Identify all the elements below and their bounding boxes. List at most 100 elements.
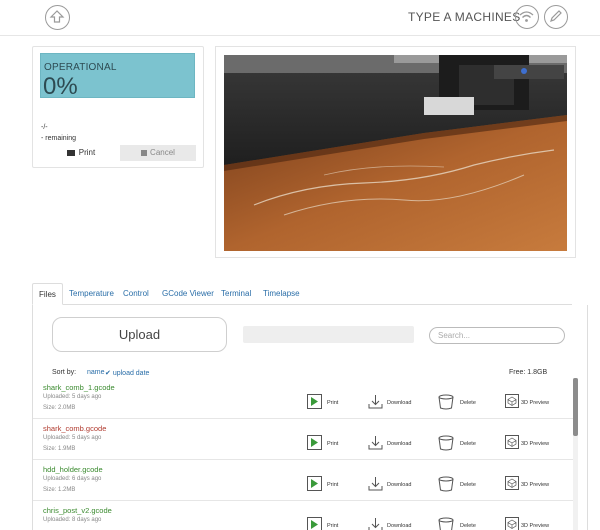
- print-file-button[interactable]: Print: [307, 434, 347, 454]
- checkmark-icon: ✔: [105, 370, 111, 377]
- print-file-button[interactable]: Print: [307, 393, 347, 413]
- delete-file-label: Delete: [460, 400, 476, 406]
- preview-file-button[interactable]: 3D Preview: [505, 434, 560, 454]
- print-file-button[interactable]: Print: [307, 475, 347, 495]
- cube-icon: [505, 394, 519, 408]
- print-button[interactable]: Print: [41, 145, 121, 161]
- print-time: -/-: [41, 124, 48, 131]
- trash-icon: [438, 476, 454, 492]
- download-icon: [368, 518, 383, 530]
- wifi-icon[interactable]: [515, 5, 539, 29]
- file-uploaded: Uploaded: 5 days ago: [43, 435, 102, 441]
- free-space: Free: 1.8GB: [509, 369, 548, 376]
- file-size: Size: 2.0MB: [43, 405, 76, 411]
- upload-circle-icon[interactable]: [45, 5, 70, 30]
- file-name[interactable]: shark_comb.gcode: [43, 424, 106, 433]
- file-uploaded: Uploaded: 5 days ago: [43, 394, 102, 400]
- preview-file-label: 3D Preview: [521, 523, 550, 529]
- state-box: OPERATIONAL 0%: [40, 53, 195, 100]
- sort-by-upload-date-label: upload date: [112, 370, 150, 377]
- trash-icon: [438, 394, 454, 410]
- download-file-label: Download: [387, 400, 412, 406]
- download-file-label: Download: [387, 441, 412, 447]
- cube-icon: [505, 435, 519, 449]
- progress-percent: 0%: [43, 73, 78, 100]
- file-name[interactable]: hdd_holder.gcode: [43, 465, 103, 474]
- sort-label: Sort by:: [52, 369, 77, 376]
- cancel-button[interactable]: Cancel: [120, 145, 196, 161]
- download-icon: [368, 436, 383, 450]
- play-icon: [307, 435, 322, 450]
- download-icon: [368, 395, 383, 409]
- delete-file-button[interactable]: Delete: [438, 393, 478, 413]
- delete-file-label: Delete: [460, 523, 476, 529]
- tab-bar: Files Temperature Control GCode Viewer T…: [32, 283, 572, 305]
- brand-title: TYPE A MACHINES: [408, 10, 521, 24]
- print-file-label: Print: [327, 400, 339, 406]
- webcam-panel: [215, 46, 576, 258]
- tab-temperature[interactable]: Temperature: [63, 283, 120, 305]
- tab-control[interactable]: Control: [117, 283, 155, 305]
- file-name[interactable]: chris_post_v2.gcode: [43, 506, 112, 515]
- file-row: shark_comb.gcode Uploaded: 5 days ago Si…: [33, 419, 573, 460]
- preview-file-button[interactable]: 3D Preview: [505, 393, 560, 413]
- delete-file-button[interactable]: Delete: [438, 516, 478, 530]
- delete-file-label: Delete: [460, 441, 476, 447]
- file-row: hdd_holder.gcode Uploaded: 6 days ago Si…: [33, 460, 573, 501]
- play-icon: [307, 476, 322, 491]
- file-name[interactable]: shark_comb_1.gcode: [43, 383, 115, 392]
- sort-by-upload-date[interactable]: ✔ upload date: [105, 369, 149, 377]
- delete-file-button[interactable]: Delete: [438, 434, 478, 454]
- scrollbar-thumb[interactable]: [573, 378, 578, 436]
- tab-gcode-viewer[interactable]: GCode Viewer: [156, 283, 220, 305]
- cube-icon: [505, 476, 519, 490]
- download-file-label: Download: [387, 523, 412, 529]
- download-file-label: Download: [387, 482, 412, 488]
- file-row: chris_post_v2.gcode Uploaded: 8 days ago…: [33, 501, 573, 530]
- preview-file-button[interactable]: 3D Preview: [505, 475, 560, 495]
- printer-icon: [66, 150, 75, 156]
- print-file-button[interactable]: Print: [307, 516, 347, 530]
- trash-icon: [438, 435, 454, 451]
- print-file-label: Print: [327, 441, 339, 447]
- delete-file-button[interactable]: Delete: [438, 475, 478, 495]
- preview-file-label: 3D Preview: [521, 441, 550, 447]
- cube-icon: [505, 517, 519, 530]
- upload-progress-bar: [243, 326, 414, 343]
- play-icon: [307, 394, 322, 409]
- download-file-button[interactable]: Download: [368, 516, 413, 530]
- download-file-button[interactable]: Download: [368, 434, 413, 454]
- pencil-icon[interactable]: [544, 5, 568, 29]
- file-list: shark_comb_1.gcode Uploaded: 5 days ago …: [33, 378, 573, 530]
- webcam-stream: [224, 55, 567, 251]
- print-button-label: Print: [78, 148, 96, 157]
- state-label: OPERATIONAL: [44, 62, 117, 73]
- download-file-button[interactable]: Download: [368, 393, 413, 413]
- file-uploaded: Uploaded: 8 days ago: [43, 517, 102, 523]
- time-remaining: - remaining: [41, 135, 77, 142]
- upload-button[interactable]: Upload: [52, 317, 227, 352]
- sort-by-name[interactable]: name: [87, 369, 105, 376]
- download-icon: [368, 477, 383, 491]
- trash-icon: [438, 517, 454, 530]
- file-size: Size: 1.9MB: [43, 446, 76, 452]
- tab-terminal[interactable]: Terminal: [215, 283, 257, 305]
- top-navbar: TYPE A MACHINES: [0, 0, 600, 36]
- print-file-label: Print: [327, 523, 339, 529]
- preview-file-button[interactable]: 3D Preview: [505, 516, 560, 530]
- play-icon: [307, 517, 322, 530]
- file-uploaded: Uploaded: 6 days ago: [43, 476, 102, 482]
- preview-file-label: 3D Preview: [521, 400, 550, 406]
- tab-timelapse[interactable]: Timelapse: [257, 283, 306, 305]
- file-size: Size: 1.2MB: [43, 487, 76, 493]
- tab-files[interactable]: Files: [32, 283, 63, 305]
- preview-file-label: 3D Preview: [521, 482, 550, 488]
- file-search-input[interactable]: [429, 327, 565, 344]
- printer-state-panel: OPERATIONAL 0% -/- - remaining Print Can…: [32, 46, 204, 168]
- print-file-label: Print: [327, 482, 339, 488]
- stop-icon: [141, 150, 148, 156]
- cancel-button-label: Cancel: [150, 148, 175, 157]
- download-file-button[interactable]: Download: [368, 475, 413, 495]
- delete-file-label: Delete: [460, 482, 476, 488]
- file-row: shark_comb_1.gcode Uploaded: 5 days ago …: [33, 378, 573, 419]
